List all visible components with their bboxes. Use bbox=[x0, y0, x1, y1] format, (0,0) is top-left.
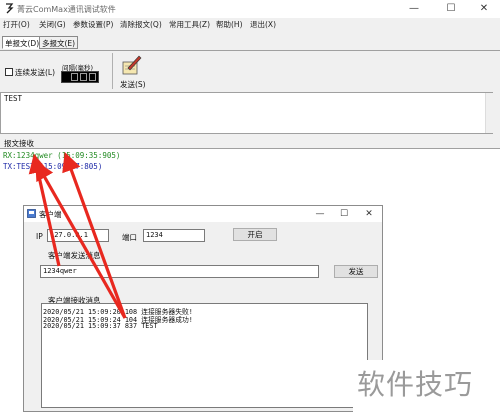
arrow-rx-to-log bbox=[62, 151, 127, 319]
annotation-arrows bbox=[28, 151, 127, 319]
arrow-rx-to-send-message bbox=[28, 153, 61, 267]
